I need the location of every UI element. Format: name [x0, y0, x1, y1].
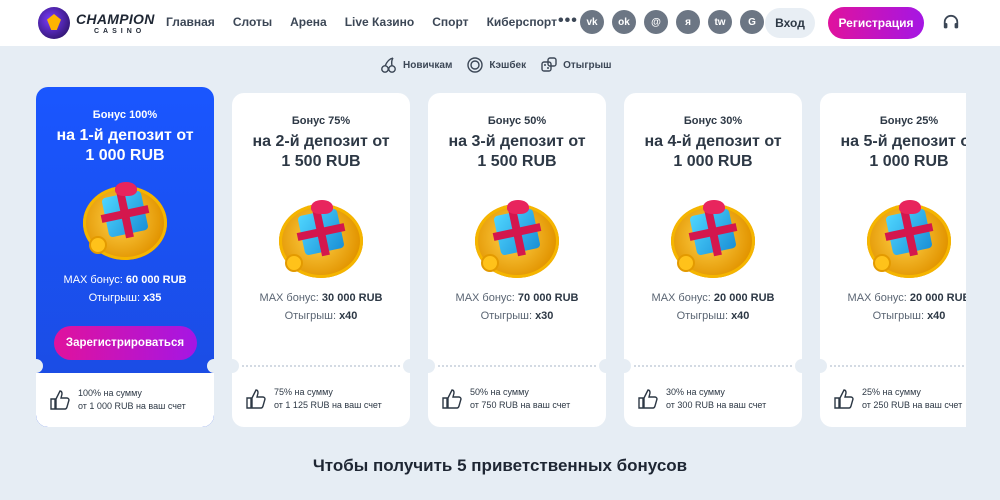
nav-item-arena[interactable]: Арена — [290, 15, 327, 29]
card-title-line2: 1 000 RUB — [869, 153, 949, 170]
card-title-line1: на 5-й депозит от — [840, 133, 966, 150]
register-card-button[interactable]: Зарегистрироваться — [53, 326, 197, 360]
bonus-card-2[interactable]: Бонус 75% на 2-й депозит от 1 500 RUB MA… — [232, 93, 410, 427]
gift-icon — [473, 198, 561, 278]
gift-icon — [277, 198, 365, 278]
nav-item-home[interactable]: Главная — [166, 15, 215, 29]
nav-item-slots[interactable]: Слоты — [233, 15, 272, 29]
ticket-perforation — [36, 359, 214, 373]
bonus-card-4[interactable]: Бонус 30% на 4-й депозит от 1 000 RUB MA… — [624, 93, 802, 427]
card-bonus-percent: Бонус 100% — [92, 109, 158, 121]
foot-line2: от 250 RUB на ваш счет — [862, 400, 963, 410]
foot-line1: 75% на сумму — [274, 387, 333, 397]
yandex-icon[interactable]: я — [676, 10, 700, 34]
card-title-line1: на 3-й депозит от — [448, 133, 586, 150]
mail-icon[interactable]: @ — [644, 10, 668, 34]
ticket-perforation — [624, 359, 802, 373]
foot-line1: 25% на сумму — [862, 387, 921, 397]
gift-icon — [81, 180, 169, 260]
gift-icon — [865, 198, 953, 278]
foot-line1: 30% на сумму — [666, 387, 725, 397]
filter-label: Новичкам — [403, 59, 453, 71]
logo-mark-icon — [38, 7, 70, 39]
card-title-line2: 1 000 RUB — [85, 147, 165, 164]
social-links: vk ok @ я tw G — [580, 10, 772, 34]
more-menu-button[interactable]: ••• — [558, 12, 578, 30]
filter-label: Отыгрыш — [563, 59, 612, 71]
card-bonus-percent: Бонус 75% — [291, 115, 351, 127]
logo-title: CHAMPION — [76, 10, 155, 27]
thumbs-up-icon — [246, 389, 266, 409]
filter-cashback[interactable]: Кэшбек — [466, 56, 526, 74]
max-bonus: MAX бонус: 70 000 RUB — [455, 292, 579, 304]
card-footer: 75% на сумму от 1 125 RUB на ваш счет — [232, 371, 410, 427]
section-title: Чтобы получить 5 приветственных бонусов — [312, 456, 688, 475]
ticket-perforation — [820, 359, 966, 373]
card-bonus-percent: Бонус 25% — [879, 115, 939, 127]
card-title-line1: на 1-й депозит от — [56, 127, 194, 144]
nav-item-esport[interactable]: Киберспорт — [487, 15, 557, 29]
foot-line2: от 750 RUB на ваш счет — [470, 400, 571, 410]
card-title-line2: 1 500 RUB — [281, 153, 361, 170]
max-bonus: MAX бонус: 20 000 RUB — [651, 292, 775, 304]
bonus-card-5[interactable]: Бонус 25% на 5-й депозит от 1 000 RUB MA… — [820, 93, 966, 427]
foot-line2: от 300 RUB на ваш счет — [666, 400, 767, 410]
thumbs-up-icon — [834, 389, 854, 409]
wager: Отыгрыш: x30 — [480, 310, 554, 322]
twitter-icon[interactable]: tw — [708, 10, 732, 34]
foot-line1: 50% на сумму — [470, 387, 529, 397]
filter-label: Кэшбек — [489, 59, 527, 71]
ticket-perforation — [428, 359, 606, 373]
card-title-line1: на 4-й депозит от — [644, 133, 782, 150]
register-button[interactable]: Регистрация — [828, 7, 924, 39]
bonus-filters: Новичкам Кэшбек Отыгрыш — [380, 56, 626, 74]
headset-icon[interactable] — [942, 14, 960, 32]
card-footer: 25% на сумму от 250 RUB на ваш счет — [820, 371, 966, 427]
max-bonus: MAX бонус: 30 000 RUB — [259, 292, 383, 304]
filter-wager[interactable]: Отыгрыш — [540, 56, 612, 74]
google-icon[interactable]: G — [740, 10, 764, 34]
filter-newcomers[interactable]: Новичкам — [380, 56, 452, 74]
foot-line1: 100% на сумму — [78, 388, 142, 398]
card-bonus-percent: Бонус 30% — [683, 115, 743, 127]
coin-icon — [467, 57, 484, 73]
gift-icon — [669, 198, 757, 278]
main-nav: Главная Слоты Арена Live Казино Спорт Ки… — [166, 15, 575, 29]
max-bonus: MAX бонус: 60 000 RUB — [63, 274, 187, 286]
logo-subtitle: CASINO — [94, 27, 146, 35]
card-bonus-percent: Бонус 50% — [487, 115, 547, 127]
wager: Отыгрыш: x35 — [88, 292, 162, 304]
thumbs-up-icon — [442, 389, 462, 409]
card-title-line2: 1 500 RUB — [477, 153, 557, 170]
card-viewport-clip: Бонус 25% на 5-й депозит от 1 000 RUB MA… — [820, 93, 966, 427]
login-button[interactable]: Вход — [765, 8, 815, 38]
bonus-card-3[interactable]: Бонус 50% на 3-й депозит от 1 500 RUB MA… — [428, 93, 606, 427]
ticket-perforation — [232, 359, 410, 373]
card-title-line1: на 2-й депозит от — [252, 133, 390, 150]
vk-icon[interactable]: vk — [580, 10, 604, 34]
bonus-card-1[interactable]: Бонус 100% на 1-й депозит от 1 000 RUB M… — [36, 87, 214, 427]
card-footer: 100% на сумму от 1 000 RUB на ваш счет — [36, 373, 214, 427]
cherry-icon — [381, 57, 396, 73]
top-header: CHAMPION CASINO Главная Слоты Арена Live… — [0, 0, 1000, 46]
nav-item-live-casino[interactable]: Live Казино — [345, 15, 415, 29]
foot-line2: от 1 125 RUB на ваш счет — [274, 400, 382, 410]
card-footer: 50% на сумму от 750 RUB на ваш счет — [428, 371, 606, 427]
card-title-line2: 1 000 RUB — [673, 153, 753, 170]
max-bonus: MAX бонус: 20 000 RUB — [847, 292, 966, 304]
wager: Отыгрыш: x40 — [284, 310, 358, 322]
foot-line2: от 1 000 RUB на ваш счет — [78, 401, 186, 411]
wager: Отыгрыш: x40 — [676, 310, 750, 322]
site-logo[interactable]: CHAMPION CASINO — [38, 7, 155, 39]
thumbs-up-icon — [638, 389, 658, 409]
wager: Отыгрыш: x40 — [872, 310, 946, 322]
thumbs-up-icon — [50, 390, 70, 410]
nav-item-sport[interactable]: Спорт — [432, 15, 468, 29]
card-footer: 30% на сумму от 300 RUB на ваш счет — [624, 371, 802, 427]
dice-icon — [541, 57, 557, 72]
odnoklassniki-icon[interactable]: ok — [612, 10, 636, 34]
